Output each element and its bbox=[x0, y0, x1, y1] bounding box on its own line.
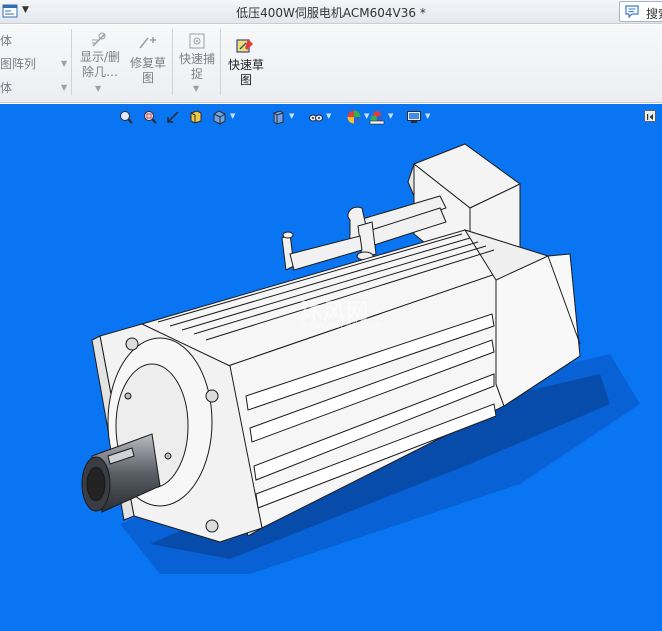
search-label: 搜索 bbox=[646, 7, 662, 21]
graphics-area[interactable]: ▼ ▼ ▼ ▼ ▼ ▼ 沐风网 www.mfcad.com bbox=[0, 104, 662, 631]
repair-sketch-label-2: 图 bbox=[141, 71, 154, 85]
watermark-url: www.mfcad.com bbox=[300, 320, 383, 331]
rapid-sketch-label-2: 图 bbox=[239, 73, 252, 87]
display-delete-dropdown-icon[interactable]: ▼ bbox=[95, 84, 101, 93]
body-dropdown-icon[interactable]: ▼ bbox=[61, 83, 67, 92]
quick-snaps-icon bbox=[189, 33, 205, 49]
rapid-sketch-icon bbox=[236, 39, 253, 53]
ribbon-item-body-1[interactable]: 体 bbox=[0, 32, 12, 49]
pattern-dropdown-icon[interactable]: ▼ bbox=[61, 59, 67, 68]
ribbon-separator bbox=[172, 29, 173, 95]
quick-snaps-label-2: 捉 bbox=[190, 67, 203, 81]
title-bar: ▼ 低压400W伺服电机ACM604V36 * 搜索 bbox=[0, 0, 662, 24]
servo-motor-3d-model[interactable] bbox=[0, 104, 662, 631]
command-manager-ribbon: 体 图阵列 ▼ 体 ▼ 显示/删 除几… ▼ 修复草 图 快速捕 捉 ▼ 快速草… bbox=[0, 25, 662, 103]
ribbon-item-body-2[interactable]: 体 bbox=[0, 79, 12, 96]
display-delete-relations-button[interactable]: 显示/删 除几… ▼ bbox=[76, 28, 122, 98]
search-icon bbox=[625, 5, 639, 19]
ribbon-separator bbox=[220, 29, 221, 95]
relations-icon bbox=[92, 32, 106, 47]
search-commands-box[interactable]: 搜索 bbox=[619, 1, 662, 22]
repair-sketch-icon bbox=[139, 37, 156, 49]
repair-sketch-button[interactable]: 修复草 图 bbox=[126, 28, 170, 98]
ribbon-separator bbox=[71, 29, 72, 95]
quick-snaps-dropdown-icon[interactable]: ▼ bbox=[193, 84, 199, 93]
quick-snaps-button[interactable]: 快速捕 捉 ▼ bbox=[175, 28, 219, 98]
rapid-sketch-button[interactable]: 快速草 图 bbox=[224, 28, 268, 98]
display-delete-label-2: 除几… bbox=[81, 65, 118, 79]
document-title: 低压400W伺服电机ACM604V36 * bbox=[236, 6, 426, 20]
ribbon-item-pattern[interactable]: 图阵列 bbox=[0, 55, 36, 72]
